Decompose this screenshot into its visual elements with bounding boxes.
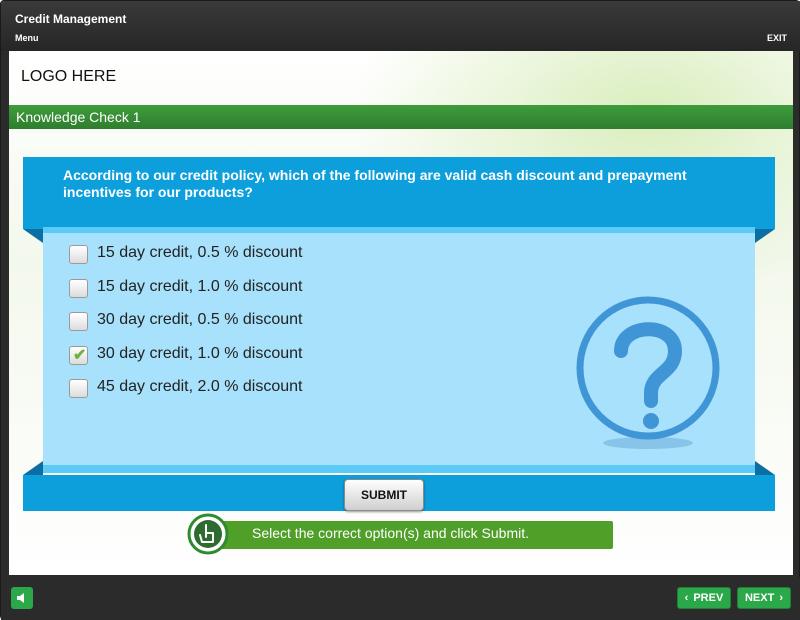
question-banner: According to our credit policy, which of… — [23, 157, 775, 229]
option-label: 30 day credit, 0.5 % discount — [97, 311, 303, 328]
chevron-right-icon: › — [779, 592, 783, 604]
next-label: NEXT — [744, 592, 775, 604]
speaker-icon — [17, 593, 24, 603]
chevron-left-icon: ‹ — [684, 592, 689, 604]
logo-placeholder: LOGO HERE — [21, 68, 117, 85]
option-label: 45 day credit, 2.0 % discount — [97, 378, 303, 395]
section-title: Knowledge Check 1 — [16, 109, 141, 125]
player-frame: Credit Management Menu EXIT LOGO HERE Kn… — [0, 0, 800, 620]
checkbox[interactable]: ✔ — [69, 346, 88, 365]
course-title: Credit Management — [15, 12, 127, 26]
menu-link[interactable]: Menu — [15, 33, 39, 43]
title-bar: Credit Management Menu EXIT — [1, 1, 800, 51]
checkbox[interactable] — [69, 379, 88, 398]
prev-label: PREV — [693, 592, 724, 604]
audio-button[interactable] — [11, 587, 33, 609]
question-text: According to our credit policy, which of… — [63, 167, 687, 200]
exit-link[interactable]: EXIT — [767, 33, 787, 43]
checkbox[interactable] — [69, 312, 88, 331]
prev-button[interactable]: ‹ PREV — [677, 587, 731, 609]
option-label: 15 day credit, 0.5 % discount — [97, 244, 303, 261]
band-fold-right — [755, 461, 775, 475]
hint-bar: Select the correct option(s) and click S… — [209, 521, 613, 549]
option-label: 15 day credit, 1.0 % discount — [97, 278, 303, 295]
option-label: 30 day credit, 1.0 % discount — [97, 345, 303, 362]
band-fold-left — [23, 461, 43, 475]
slide-stage: LOGO HERE Knowledge Check 1 According to… — [9, 51, 793, 575]
question-mark-icon — [576, 296, 720, 449]
submit-button[interactable]: SUBMIT — [344, 479, 424, 511]
pointer-hand-icon — [187, 513, 229, 555]
check-mark-icon: ✔ — [73, 347, 87, 364]
banner-fold-right — [755, 229, 775, 243]
hint-text: Select the correct option(s) and click S… — [252, 525, 530, 541]
checkbox[interactable] — [69, 245, 88, 264]
next-button[interactable]: NEXT › — [737, 587, 791, 609]
checkbox[interactable] — [69, 279, 88, 298]
footer-bar: ‹ PREV NEXT › — [1, 577, 800, 620]
banner-fold-left — [23, 229, 43, 243]
section-bar: Knowledge Check 1 — [9, 105, 793, 129]
options-panel: 15 day credit, 0.5 % discount 15 day cre… — [43, 227, 755, 473]
